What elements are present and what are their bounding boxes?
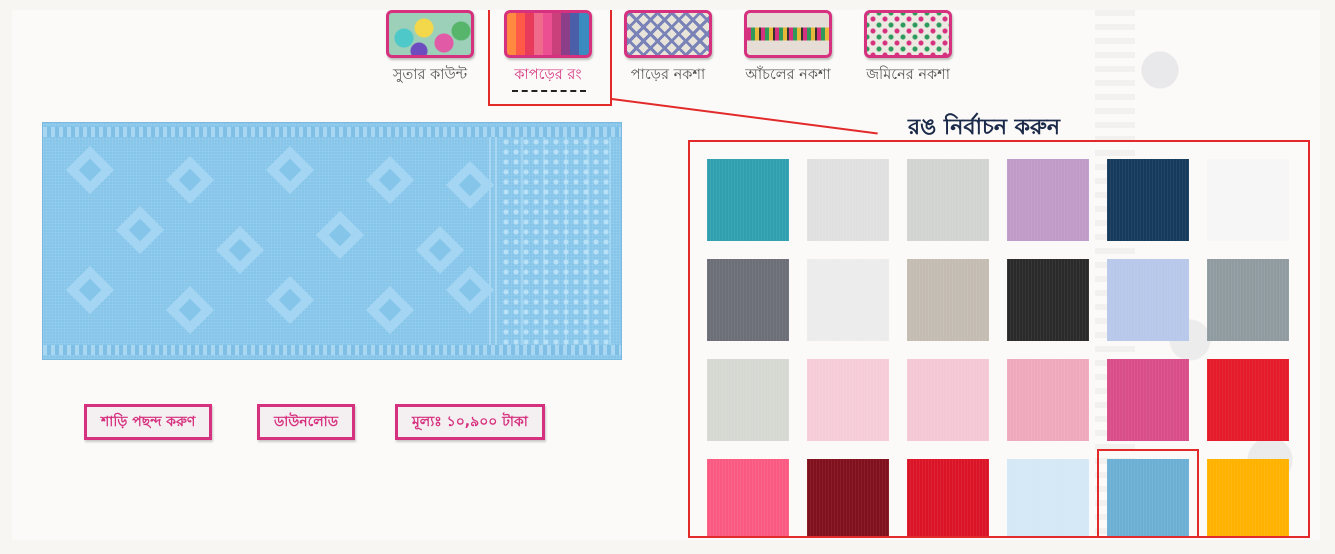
color-swatch[interactable] — [1007, 159, 1089, 241]
color-swatch[interactable] — [907, 259, 989, 341]
border-design-thumbnail-icon — [624, 10, 712, 58]
color-picker-panel — [688, 140, 1310, 538]
tab-fabric[interactable]: কাপড়ের রং — [492, 10, 604, 92]
color-swatch[interactable] — [1007, 459, 1089, 536]
color-swatch[interactable] — [707, 359, 789, 441]
anchal-design-thumbnail-icon — [744, 10, 832, 58]
color-swatch[interactable] — [1107, 359, 1189, 441]
saree-designer-page: সুতার কাউন্ট কাপড়ের রং পাড়ের নকশা আঁচলের … — [12, 10, 1320, 540]
color-swatch[interactable] — [707, 159, 789, 241]
color-swatch[interactable] — [807, 259, 889, 341]
color-swatch[interactable] — [1007, 359, 1089, 441]
tab-label: কাপড়ের রং — [514, 67, 582, 83]
color-swatch[interactable] — [707, 459, 789, 536]
saree-preview — [42, 122, 622, 360]
color-swatch[interactable] — [1107, 259, 1189, 341]
tab-yarn[interactable]: সুতার কাউন্ট — [374, 10, 486, 90]
color-swatch[interactable] — [807, 459, 889, 536]
saree-top-border — [43, 127, 621, 137]
jamin-design-thumbnail-icon — [864, 10, 952, 58]
anchal-pattern — [501, 137, 611, 345]
tab-label: সুতার কাউন্ট — [392, 67, 468, 83]
color-swatch[interactable] — [907, 159, 989, 241]
color-swatch[interactable] — [807, 159, 889, 241]
anchal-divider — [489, 137, 491, 345]
saree-motif — [65, 265, 115, 315]
color-swatch[interactable] — [1207, 259, 1289, 341]
saree-motif — [445, 265, 495, 315]
saree-motif — [215, 225, 265, 275]
tab-label: পাড়ের নকশা — [630, 67, 706, 83]
saree-bottom-border — [43, 345, 621, 355]
anchal-divider — [495, 137, 497, 345]
color-swatch[interactable] — [1207, 159, 1289, 241]
saree-motif — [445, 160, 495, 210]
fabric-colors-thumbnail-icon — [504, 10, 592, 58]
tab-label: আঁচলের নকশা — [745, 67, 831, 83]
color-swatch[interactable] — [1207, 359, 1289, 441]
color-swatch[interactable] — [1097, 449, 1199, 536]
color-swatch[interactable] — [1207, 459, 1289, 536]
saree-motif — [65, 145, 115, 195]
saree-motif — [315, 210, 365, 260]
highlight-connector-line — [611, 98, 878, 135]
saree-motif — [165, 285, 215, 335]
color-swatch[interactable] — [707, 259, 789, 341]
tab-jamin[interactable]: জমিনের নকশা — [852, 10, 964, 90]
color-swatch[interactable] — [807, 359, 889, 441]
price-button[interactable]: মূল্যঃ ১০,৯০০ টাকা — [395, 404, 545, 440]
saree-motif — [415, 225, 465, 275]
download-button[interactable]: ডাউনলোড — [257, 404, 356, 440]
yarn-thumbnail-icon — [386, 10, 474, 58]
color-swatch[interactable] — [1007, 259, 1089, 341]
saree-motif — [115, 205, 165, 255]
saree-motif — [265, 275, 315, 325]
tab-border[interactable]: পাড়ের নকশা — [612, 10, 724, 90]
saree-motif — [165, 155, 215, 205]
color-swatch[interactable] — [1107, 159, 1189, 241]
color-swatch[interactable] — [907, 359, 989, 441]
saree-motif — [365, 155, 415, 205]
tab-label: জমিনের নকশা — [866, 67, 950, 83]
select-saree-button[interactable]: শাড়ি পছন্দ করুণ — [84, 404, 213, 440]
color-swatch[interactable] — [907, 459, 989, 536]
tab-anchal[interactable]: আঁচলের নকশা — [732, 10, 844, 90]
saree-motif — [365, 285, 415, 335]
saree-motif — [265, 145, 315, 195]
active-tab-underline — [512, 90, 586, 92]
